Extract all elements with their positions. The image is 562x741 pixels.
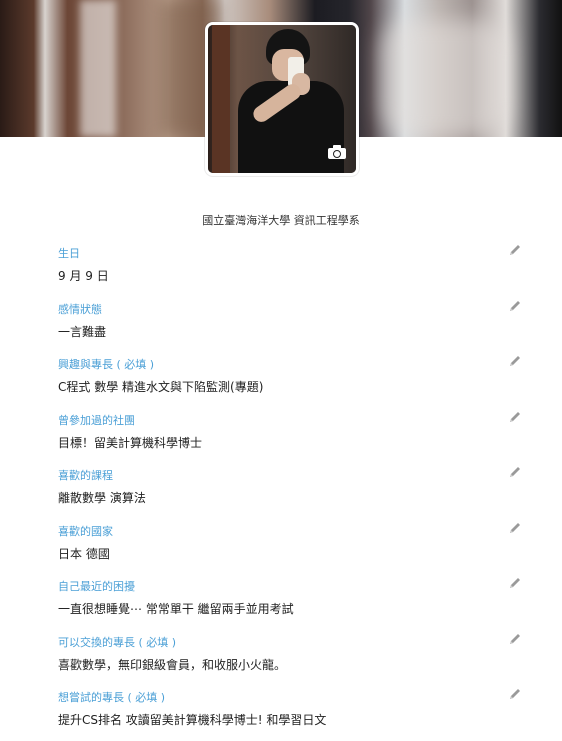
pencil-icon[interactable]	[508, 521, 522, 535]
field-relationship: 感情狀態 一言難盡	[58, 301, 528, 351]
pencil-icon[interactable]	[508, 354, 522, 368]
field-value: 9 月 9 日	[58, 269, 109, 283]
field-exchange-skills: 可以交換的專長 ( 必填 ) 喜歡數學，無印銀級會員，和收服小火龍。	[58, 634, 528, 684]
pencil-icon[interactable]	[508, 576, 522, 590]
pencil-icon[interactable]	[508, 243, 522, 257]
pencil-icon[interactable]	[508, 465, 522, 479]
cover-photo-detail	[80, 0, 116, 137]
field-favorite-countries: 喜歡的國家 日本 德國	[58, 523, 528, 573]
field-interests: 興趣與專長 ( 必填 ) C程式 數學 精進水文與下陷監測(專題)	[58, 356, 528, 406]
field-label: 感情狀態	[58, 303, 102, 316]
field-value: 提升CS排名 攻讀留美計算機科學博士! 和學習日文	[58, 713, 327, 727]
field-label: 喜歡的國家	[58, 525, 113, 538]
field-value: 目標！留美計算機科學博士	[58, 436, 203, 450]
field-favorite-courses: 喜歡的課程 離散數學 演算法	[58, 467, 528, 517]
school-department: 國立臺灣海洋大學 資訊工程學系	[202, 214, 360, 227]
photo-door	[212, 25, 230, 173]
pencil-icon[interactable]	[508, 299, 522, 313]
field-label: 喜歡的課程	[58, 469, 113, 482]
field-label: 曾參加過的社團	[58, 414, 135, 427]
pencil-icon[interactable]	[508, 632, 522, 646]
field-label: 想嘗試的專長 ( 必填 )	[58, 691, 166, 704]
field-value: 喜歡數學，無印銀級會員，和收服小火龍。	[58, 658, 287, 672]
field-value: 一言難盡	[58, 325, 107, 339]
field-label: 興趣與專長 ( 必填 )	[58, 358, 155, 371]
field-value: C程式 數學 精進水文與下陷監測(專題)	[58, 380, 264, 394]
field-label: 自己最近的困擾	[58, 580, 135, 593]
field-recent-troubles: 自己最近的困擾 一直很想睡覺⋯ 常常單干 繼留兩手並用考試	[58, 578, 528, 628]
cover-photo-detail	[380, 20, 510, 137]
field-clubs: 曾參加過的社團 目標！留美計算機科學博士	[58, 412, 528, 462]
field-value: 一直很想睡覺⋯ 常常單干 繼留兩手並用考試	[58, 602, 294, 616]
pencil-icon[interactable]	[508, 410, 522, 424]
field-label: 生日	[58, 247, 80, 260]
field-try-skills: 想嘗試的專長 ( 必填 ) 提升CS排名 攻讀留美計算機科學博士! 和學習日文	[58, 689, 528, 739]
camera-icon[interactable]	[328, 145, 346, 159]
field-label: 可以交換的專長 ( 必填 )	[58, 636, 177, 649]
pencil-icon[interactable]	[508, 687, 522, 701]
field-birthday: 生日 9 月 9 日	[58, 245, 528, 295]
field-value: 離散數學 演算法	[58, 491, 146, 505]
profile-picture[interactable]	[205, 22, 359, 176]
field-value: 日本 德國	[58, 547, 110, 561]
